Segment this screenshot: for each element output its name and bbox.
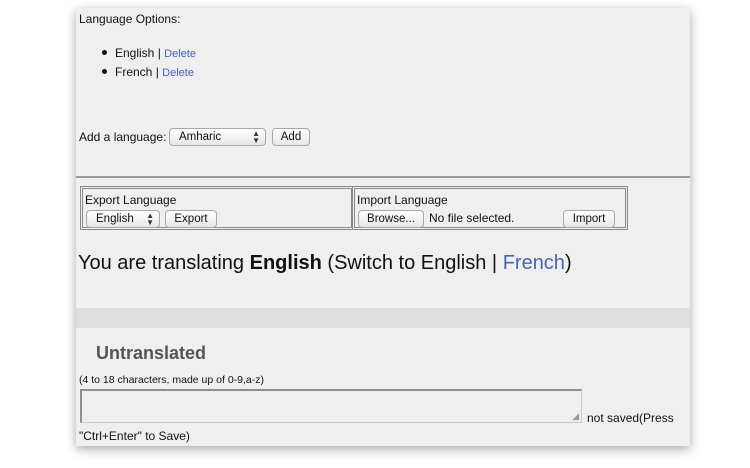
separator: | [155,65,159,79]
add-language-label: Add a language: [79,130,167,144]
export-button[interactable]: Export [165,210,217,228]
switch-prefix: (Switch to English | [327,252,498,274]
delete-french-link[interactable]: Delete [162,67,194,79]
section-band [76,308,690,328]
section-divider [76,176,690,178]
language-name: English [115,46,155,60]
language-item-english: English | Delete [102,45,196,64]
resize-grip-icon[interactable]: ◢ [572,412,579,421]
language-item-french: French | Delete [102,64,196,83]
chevron-updown-icon: ▲ ▼ [146,211,154,227]
save-status-text-line1: not saved(Press [587,411,674,425]
export-language-box: Export Language English ▲ ▼ Export [80,186,354,230]
export-language-select-value: English [96,213,134,225]
translating-line: You are translating English (Switch to E… [78,252,572,275]
translating-prefix: You are translating [78,252,245,274]
export-language-title: Export Language [85,193,177,207]
delete-english-link[interactable]: Delete [164,48,196,60]
translation-panel: Language Options: English | Delete Frenc… [76,8,690,446]
add-language-button[interactable]: Add [272,128,310,146]
switch-suffix: ) [564,252,572,274]
add-language-select-value: Amharic [179,131,222,143]
language-list: English | Delete French | Delete [102,45,196,83]
import-language-title: Import Language [357,193,448,207]
translation-input[interactable]: ◢ [80,389,582,423]
bullet-icon [102,69,107,75]
import-language-box: Import Language Browse... No file select… [352,186,628,230]
untranslated-hint: (4 to 18 characters, made up of 0-9,a-z) [79,374,265,386]
untranslated-heading: Untranslated [96,343,207,363]
bullet-icon [102,50,107,56]
import-button[interactable]: Import [563,210,615,228]
chevron-updown-icon: ▲ ▼ [252,129,260,145]
separator: | [157,46,161,60]
export-language-select[interactable]: English ▲ ▼ [86,210,160,228]
switch-to-french-link[interactable]: French [503,252,565,274]
file-status-text: No file selected. [429,211,515,225]
save-status-text-line2: "Ctrl+Enter" to Save) [79,429,190,443]
browse-button[interactable]: Browse... [358,210,424,228]
language-options-heading: Language Options: [79,12,181,26]
translating-language: English [249,252,322,274]
language-name: French [115,65,153,79]
add-language-select[interactable]: Amharic ▲ ▼ [169,128,266,146]
